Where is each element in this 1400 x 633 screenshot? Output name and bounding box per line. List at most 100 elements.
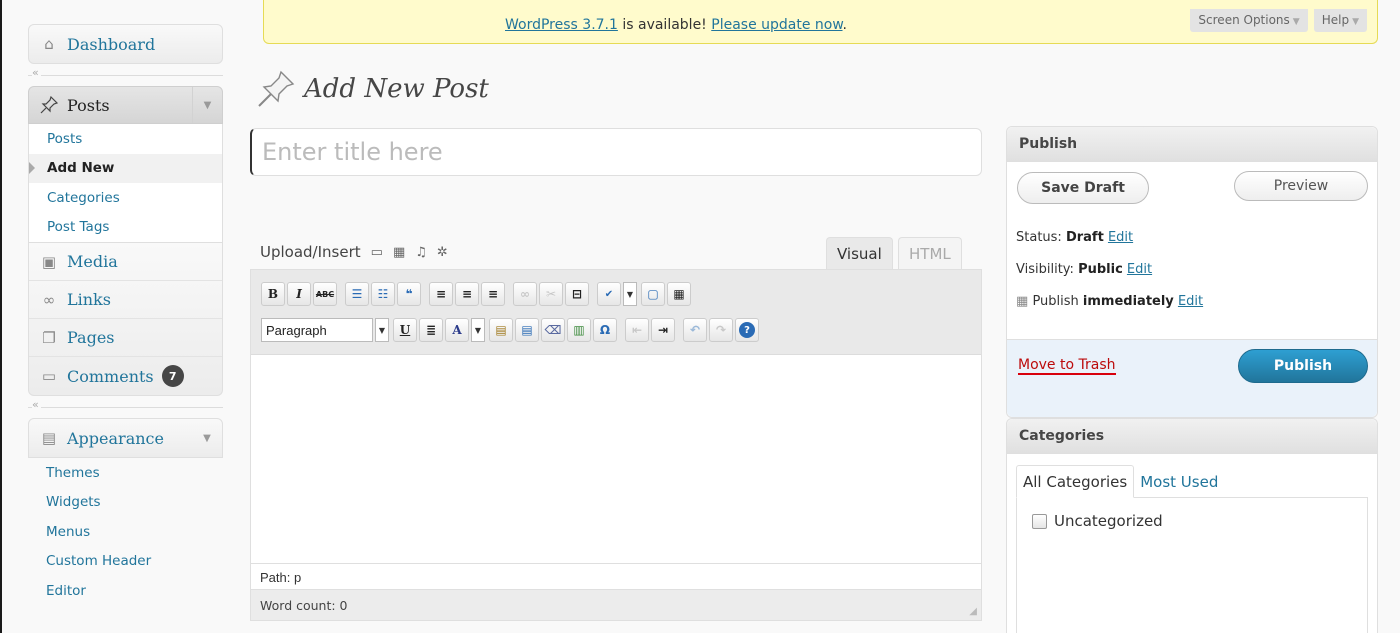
align-center-icon[interactable]: ≡	[455, 282, 479, 306]
page-title: Add New Post	[254, 67, 489, 111]
help-icon[interactable]: ?	[735, 318, 759, 342]
add-media-icon[interactable]: ✲	[437, 245, 448, 260]
pushpin-icon	[39, 95, 59, 115]
help-tab[interactable]: Help ▼	[1313, 9, 1367, 32]
category-tabs: All Categories Most Used	[1016, 465, 1224, 498]
menu-pages[interactable]: ❐ Pages	[29, 319, 222, 357]
move-to-trash-link[interactable]: Move to Trash	[1018, 357, 1116, 375]
spellcheck-icon[interactable]: ✔	[597, 282, 621, 306]
chevron-down-icon: ▼	[1352, 17, 1359, 27]
add-video-icon[interactable]: ▦	[393, 245, 405, 260]
indent-icon[interactable]: ⇥	[651, 318, 675, 342]
align-left-icon[interactable]: ≡	[429, 282, 453, 306]
align-right-icon[interactable]: ≡	[481, 282, 505, 306]
italic-icon[interactable]: I	[287, 282, 311, 306]
categories-box: Categories All Categories Most Used Unca…	[1006, 418, 1378, 633]
justify-icon[interactable]: ≣	[419, 318, 443, 342]
edit-status-link[interactable]: Edit	[1108, 230, 1133, 245]
tab-most-used[interactable]: Most Used	[1134, 465, 1224, 498]
tab-all-categories[interactable]: All Categories	[1016, 465, 1135, 498]
menu-dashboard[interactable]: ⌂ Dashboard	[29, 25, 222, 63]
publish-box-title[interactable]: Publish	[1007, 127, 1377, 162]
menu-posts[interactable]: Posts ▼	[28, 86, 223, 124]
menu-comments-label: Comments	[67, 366, 154, 386]
submenu-custom-header[interactable]: Custom Header	[28, 547, 223, 577]
eraser-icon[interactable]: ⌫	[541, 318, 565, 342]
category-item[interactable]: Uncategorized	[1032, 512, 1163, 530]
bullet-list-icon[interactable]: ☰	[345, 282, 369, 306]
submenu-post-tags[interactable]: Post Tags	[29, 213, 222, 243]
omega-icon[interactable]: Ω	[593, 318, 617, 342]
tab-html[interactable]: HTML	[898, 237, 962, 270]
paste-text-icon[interactable]: ▤	[489, 318, 513, 342]
blockquote-icon[interactable]: ❝	[397, 282, 421, 306]
visibility-value: Public	[1078, 262, 1123, 277]
menu-separator[interactable]: «	[28, 396, 223, 418]
redo-icon[interactable]: ↷	[709, 318, 733, 342]
edit-visibility-link[interactable]: Edit	[1127, 262, 1152, 277]
submenu-categories[interactable]: Categories	[29, 183, 222, 213]
publish-button[interactable]: Publish	[1238, 349, 1368, 383]
menu-links-label: Links	[67, 290, 111, 309]
submenu-editor[interactable]: Editor	[28, 576, 223, 606]
text-color-icon[interactable]: A	[445, 318, 469, 342]
menu-comments[interactable]: ▭ Comments 7	[29, 357, 222, 395]
embed-media-icon[interactable]: ▥	[567, 318, 591, 342]
more-tag-icon[interactable]: ⊟	[565, 282, 589, 306]
resize-grip-icon[interactable]: ◢	[969, 606, 977, 617]
kitchen-sink-icon[interactable]: ▦	[667, 282, 691, 306]
media-icon: ▣	[41, 252, 57, 271]
add-image-icon[interactable]: ▭	[371, 245, 383, 260]
edit-schedule-link[interactable]: Edit	[1178, 294, 1203, 309]
chevron-down-icon[interactable]: ▼	[192, 419, 222, 457]
appearance-submenu: Themes Widgets Menus Custom Header Edito…	[28, 458, 223, 606]
version-link[interactable]: WordPress 3.7.1	[505, 17, 618, 33]
update-now-link[interactable]: Please update now	[711, 17, 842, 33]
posts-submenu: Posts Add New Categories Post Tags	[28, 124, 223, 243]
editor-content-area[interactable]	[251, 355, 981, 562]
outdent-icon[interactable]: ⇤	[625, 318, 649, 342]
submenu-widgets[interactable]: Widgets	[28, 488, 223, 518]
submenu-menus[interactable]: Menus	[28, 517, 223, 547]
bold-icon[interactable]: B	[261, 282, 285, 306]
menu-links[interactable]: ∞ Links	[29, 281, 222, 319]
preview-button[interactable]: Preview	[1234, 171, 1368, 201]
chevron-down-icon[interactable]: ▼	[192, 87, 222, 123]
menu-media-label: Media	[67, 252, 118, 271]
tab-visual[interactable]: Visual	[826, 237, 893, 270]
menu-media[interactable]: ▣ Media	[29, 243, 222, 281]
strikethrough-icon[interactable]: ABC	[313, 282, 337, 306]
word-count-text: Word count: 0	[260, 597, 348, 613]
publishing-actions: Move to Trash Publish	[1007, 339, 1377, 417]
underline-icon[interactable]: U	[393, 318, 417, 342]
paste-word-icon[interactable]: ▤	[515, 318, 539, 342]
submenu-themes[interactable]: Themes	[28, 458, 223, 488]
undo-icon[interactable]: ↶	[683, 318, 707, 342]
save-draft-button[interactable]: Save Draft	[1017, 172, 1149, 204]
post-editor: B I ABC ☰ ☷ ❝ ≡ ≡ ≡ ∞ ✂ ⊟ ✔ ▼ ▢ ▦ Paragr…	[250, 269, 982, 621]
upload-insert-bar: Upload/Insert ▭ ▦ ♫ ✲	[260, 243, 448, 261]
numbered-list-icon[interactable]: ☷	[371, 282, 395, 306]
home-icon: ⌂	[44, 35, 54, 53]
spellcheck-dropdown-icon[interactable]: ▼	[623, 282, 637, 306]
fullscreen-icon[interactable]: ▢	[641, 282, 665, 306]
text-color-dropdown-icon[interactable]: ▼	[471, 318, 485, 342]
add-audio-icon[interactable]: ♫	[415, 245, 427, 260]
submenu-posts[interactable]: Posts	[29, 124, 222, 154]
menu-appearance[interactable]: ▤ Appearance ▼	[29, 419, 222, 457]
menu-pages-label: Pages	[67, 328, 115, 347]
schedule-value: immediately	[1082, 294, 1174, 309]
category-checkbox[interactable]	[1032, 513, 1047, 529]
categories-box-title[interactable]: Categories	[1007, 419, 1377, 454]
chevron-down-icon[interactable]: ▼	[375, 318, 389, 342]
link-icon[interactable]: ∞	[513, 282, 537, 306]
submenu-add-new[interactable]: Add New	[29, 153, 222, 183]
admin-sidebar: ⌂ Dashboard « Posts ▼ Posts Add New Cate…	[28, 24, 223, 606]
editor-path: Path: p	[251, 563, 981, 591]
screen-options-tab[interactable]: Screen Options ▼	[1190, 9, 1308, 32]
update-message: WordPress 3.7.1 is available! Please upd…	[505, 17, 847, 33]
format-select[interactable]: Paragraph	[261, 318, 373, 342]
unlink-icon[interactable]: ✂	[539, 282, 563, 306]
menu-separator[interactable]: «	[28, 64, 223, 86]
post-title-input[interactable]	[250, 128, 982, 176]
